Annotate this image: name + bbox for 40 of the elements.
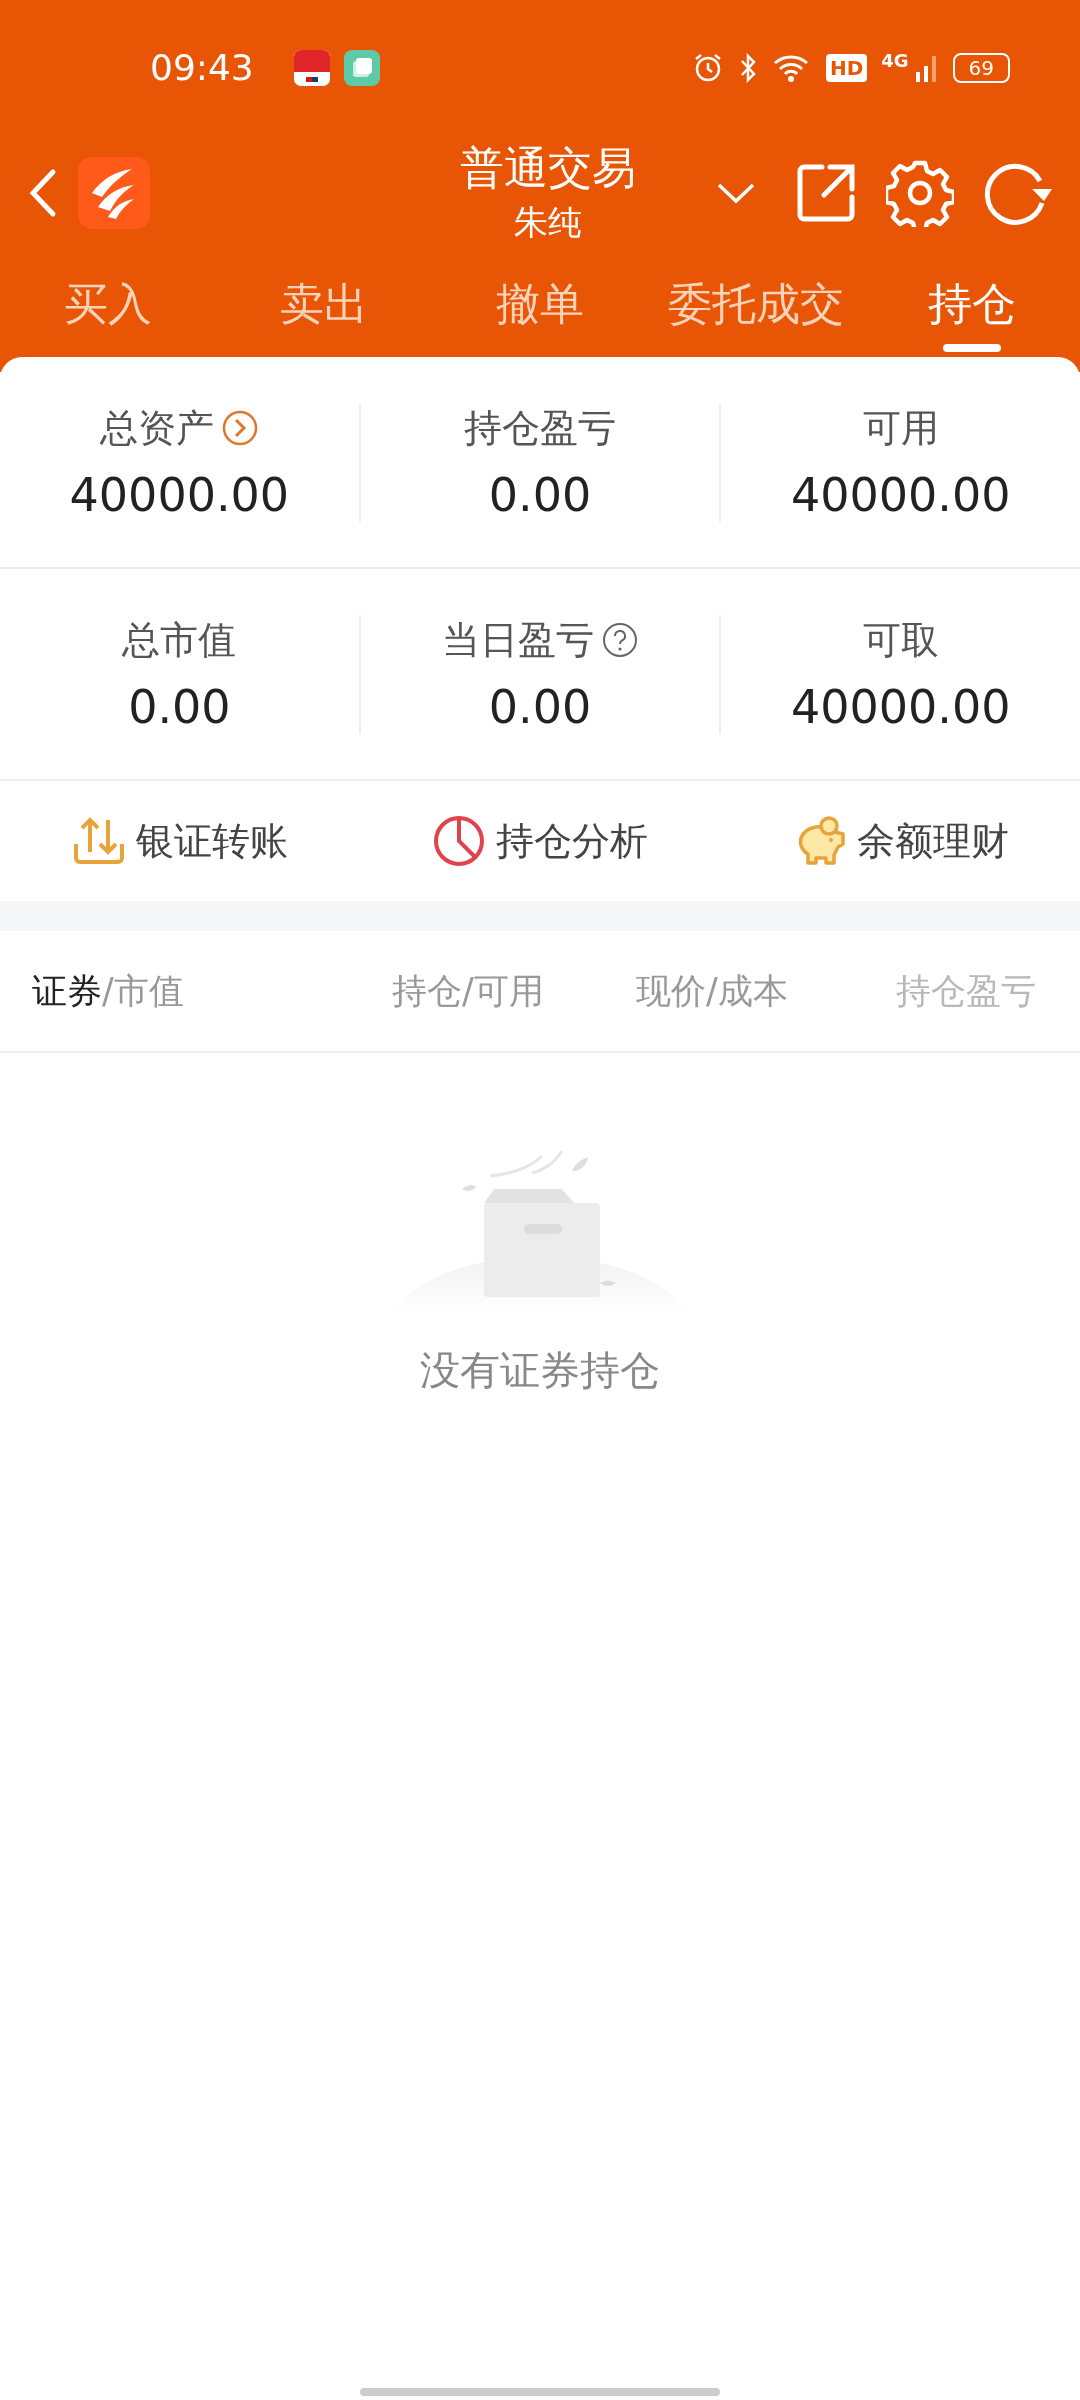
tab[interactable]: 撤单 — [432, 264, 648, 356]
summary-label: 总市值 — [122, 616, 237, 664]
tab[interactable]: 卖出 — [216, 264, 432, 356]
summary-value: 40000.00 — [69, 467, 290, 522]
tab[interactable]: 委托成交 — [648, 264, 864, 356]
column-header[interactable]: 持仓盈亏 — [896, 967, 1036, 1015]
action-button[interactable]: 余额理财 — [720, 813, 1080, 869]
column-header[interactable]: 持仓/可用 — [392, 967, 636, 1015]
help-icon[interactable] — [602, 622, 638, 658]
header-title[interactable]: 普通交易 — [460, 139, 636, 198]
account-name: 朱纯 — [514, 201, 582, 244]
empty-message: 没有证券持仓 — [420, 1346, 660, 1395]
app-logo-icon — [78, 156, 150, 229]
app-icon — [343, 49, 380, 86]
status-time: 09:43 — [150, 47, 254, 88]
network-label: 4G — [881, 50, 909, 71]
summary-label: 当日盈亏 — [442, 616, 594, 664]
summary-value: 0.00 — [128, 679, 231, 734]
summary-value: 0.00 — [488, 679, 592, 734]
payment-app-icon — [293, 49, 330, 86]
battery-indicator: 69 — [952, 52, 1010, 83]
action-button[interactable]: 持仓分析 — [360, 813, 720, 869]
action-button[interactable]: 银证转账 — [0, 814, 360, 868]
summary-label: 可用 — [862, 404, 939, 452]
summary-label: 总资产 — [100, 404, 215, 452]
tab[interactable]: 持仓 — [864, 264, 1080, 356]
back-icon[interactable] — [28, 167, 58, 218]
chevron-right-circle-icon[interactable] — [222, 410, 259, 446]
summary-value: 0.00 — [488, 467, 592, 522]
summary-label: 可取 — [862, 616, 939, 664]
column-header[interactable]: 证券/市值 — [32, 967, 392, 1015]
hd-badge: HD — [825, 53, 868, 82]
transfer-icon — [72, 816, 126, 866]
summary-value: 40000.00 — [790, 679, 1011, 734]
pie-chart-icon — [432, 814, 486, 868]
settings-icon[interactable] — [886, 158, 954, 227]
tab[interactable]: 买入 — [0, 264, 216, 356]
summary-label: 持仓盈亏 — [464, 404, 616, 452]
summary-value: 40000.00 — [790, 467, 1011, 522]
column-header[interactable]: 现价/成本 — [636, 967, 896, 1015]
